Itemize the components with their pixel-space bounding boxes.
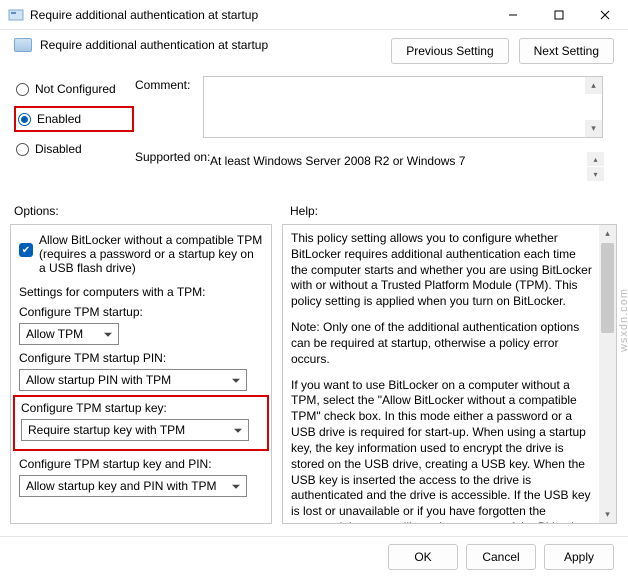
supported-on-value: At least Windows Server 2008 R2 or Windo…	[210, 154, 603, 168]
window-title: Require additional authentication at sta…	[30, 8, 490, 22]
tpm-keypin-label: Configure TPM startup key and PIN:	[19, 457, 263, 471]
tpm-key-label: Configure TPM startup key:	[21, 401, 261, 415]
supported-label: Supported on:	[135, 150, 210, 164]
radio-label: Enabled	[37, 112, 81, 126]
tpm-startup-label: Configure TPM startup:	[19, 305, 263, 319]
ok-button[interactable]: OK	[388, 544, 458, 570]
tpm-key-select[interactable]: Require startup key with TPM	[21, 419, 249, 441]
tpm-key-highlight: Configure TPM startup key: Require start…	[13, 395, 269, 451]
radio-enabled[interactable]: Enabled	[14, 106, 134, 132]
help-scrollbar[interactable]: ▴ ▾	[599, 225, 616, 523]
previous-setting-button[interactable]: Previous Setting	[391, 38, 508, 64]
dialog-footer: OK Cancel Apply	[0, 536, 628, 576]
radio-not-configured[interactable]: Not Configured	[14, 78, 134, 100]
options-section-label: Options:	[14, 204, 59, 218]
radio-label: Not Configured	[35, 82, 116, 96]
help-section-label: Help:	[290, 204, 318, 218]
checkbox-label: Allow BitLocker without a compatible TPM…	[39, 233, 263, 275]
minimize-button[interactable]	[490, 0, 536, 29]
scroll-down-icon[interactable]: ▾	[587, 167, 604, 181]
help-paragraph: Note: Only one of the additional authent…	[291, 320, 594, 367]
next-setting-button[interactable]: Next Setting	[519, 38, 614, 64]
maximize-button[interactable]	[536, 0, 582, 29]
radio-icon	[18, 113, 31, 126]
tpm-pin-select[interactable]: Allow startup PIN with TPM	[19, 369, 247, 391]
scroll-up-icon[interactable]: ▴	[585, 77, 602, 94]
radio-label: Disabled	[35, 142, 82, 156]
scroll-up-icon[interactable]: ▴	[599, 225, 616, 242]
titlebar: Require additional authentication at sta…	[0, 0, 628, 30]
apply-button[interactable]: Apply	[544, 544, 614, 570]
cancel-button[interactable]: Cancel	[466, 544, 536, 570]
app-icon	[8, 7, 24, 23]
policy-icon	[14, 38, 32, 52]
radio-icon	[16, 83, 29, 96]
scroll-thumb[interactable]	[601, 243, 614, 333]
help-paragraph: If you want to use BitLocker on a comput…	[291, 378, 594, 524]
tpm-keypin-select[interactable]: Allow startup key and PIN with TPM	[19, 475, 247, 497]
watermark: wsxdn.com	[618, 288, 628, 352]
tpm-settings-heading: Settings for computers with a TPM:	[19, 285, 263, 299]
radio-icon	[16, 143, 29, 156]
tpm-startup-select[interactable]: Allow TPM	[19, 323, 119, 345]
scroll-down-icon[interactable]: ▾	[585, 120, 602, 137]
close-button[interactable]	[582, 0, 628, 29]
help-panel: This policy setting allows you to config…	[282, 224, 617, 524]
radio-disabled[interactable]: Disabled	[14, 138, 134, 160]
checkbox-allow-no-tpm[interactable]: ✔	[19, 243, 33, 257]
scroll-down-icon[interactable]: ▾	[599, 506, 616, 523]
comment-label: Comment:	[135, 78, 210, 92]
scroll-up-icon[interactable]: ▴	[587, 152, 604, 166]
tpm-pin-label: Configure TPM startup PIN:	[19, 351, 263, 365]
help-paragraph: This policy setting allows you to config…	[291, 231, 594, 310]
policy-subtitle: Require additional authentication at sta…	[40, 38, 268, 52]
options-panel: ✔ Allow BitLocker without a compatible T…	[10, 224, 272, 524]
comment-textarea[interactable]: ▴ ▾	[203, 76, 603, 138]
